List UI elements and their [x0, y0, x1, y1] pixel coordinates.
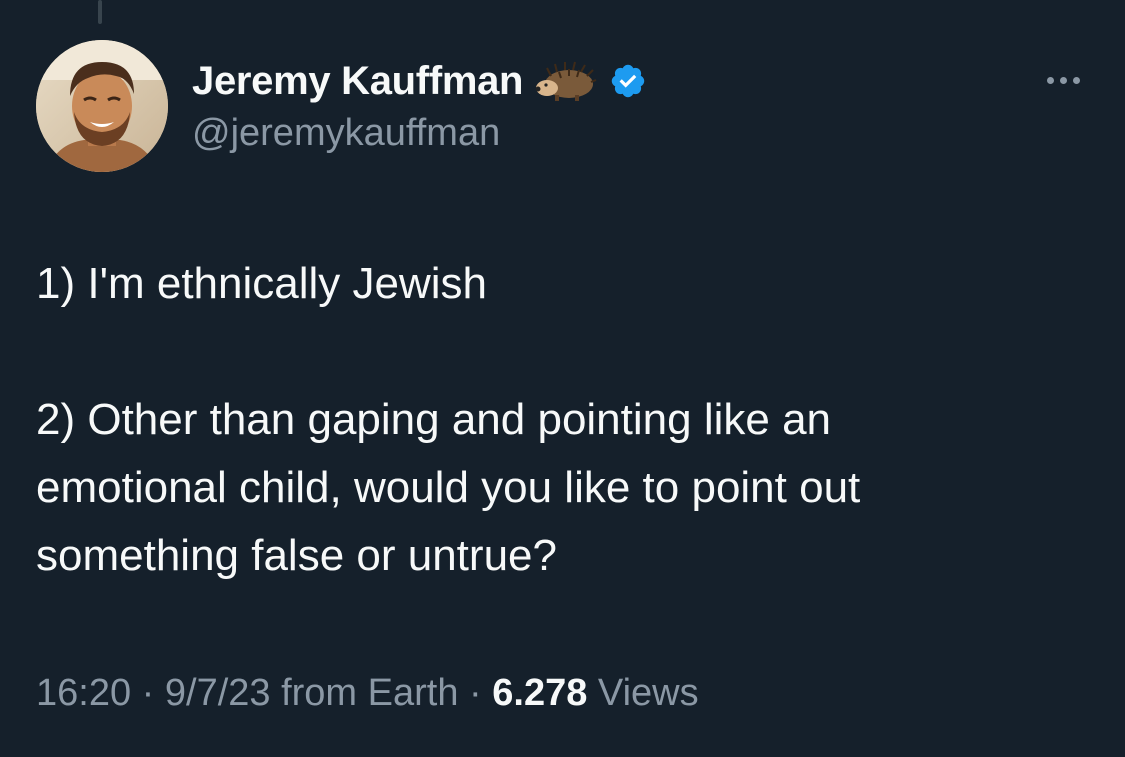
avatar-photo [36, 40, 168, 172]
author-name-row[interactable]: Jeremy Kauffman [192, 56, 647, 106]
author-display-name[interactable]: Jeremy Kauffman [192, 59, 523, 104]
author-handle[interactable]: @jeremykauffman [192, 112, 500, 155]
tweet-detail: Jeremy Kauffman @jeremykauffman 1) I'm e… [0, 0, 1125, 757]
tweet-time[interactable]: 16:20 [36, 672, 131, 714]
tweet-text-line: 2) Other than gaping and pointing like a… [36, 395, 832, 444]
tweet-text: 1) I'm ethnically Jewish 2) Other than g… [36, 250, 1096, 590]
verified-icon[interactable] [609, 62, 647, 100]
more-dot-icon [1046, 76, 1054, 84]
views-count[interactable]: 6.278 [492, 672, 587, 714]
more-dot-icon [1059, 76, 1067, 84]
thread-connector-line [98, 0, 102, 24]
more-options-button[interactable] [1036, 60, 1090, 100]
tweet-date-source[interactable]: 9/7/23 from Earth [165, 672, 459, 714]
tweet-text-line: something false or untrue? [36, 531, 557, 580]
meta-separator: · [141, 672, 155, 714]
more-dot-icon [1072, 76, 1080, 84]
tweet-text-line: emotional child, would you like to point… [36, 463, 861, 512]
views-label[interactable]: Views [598, 672, 699, 714]
tweet-metadata: 16:20 · 9/7/23 from Earth · 6.278 Views [36, 672, 699, 715]
avatar[interactable] [36, 40, 168, 172]
meta-separator: · [469, 672, 482, 714]
hedgehog-icon [535, 61, 597, 101]
tweet-text-line: 1) I'm ethnically Jewish [36, 259, 487, 308]
